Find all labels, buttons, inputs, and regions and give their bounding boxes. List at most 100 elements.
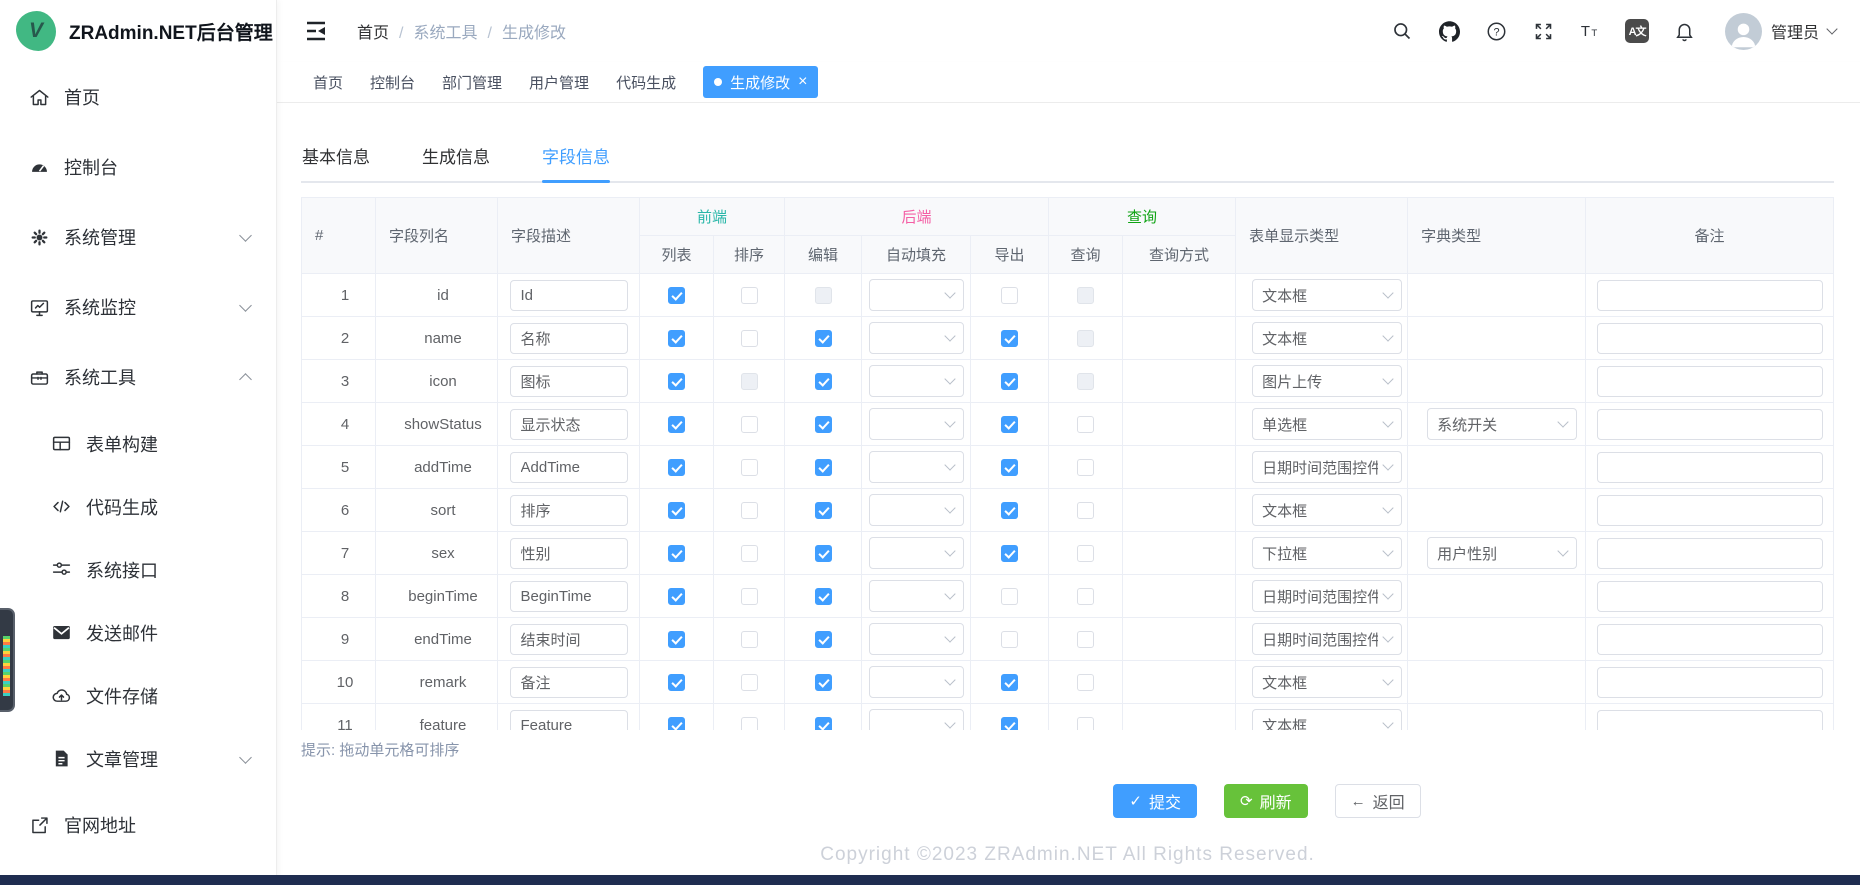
query-checkbox[interactable] [1077,330,1094,347]
field-desc-input[interactable] [510,323,628,354]
form-type-select[interactable]: 文本框 [1252,279,1402,311]
query-checkbox[interactable] [1077,287,1094,304]
list-checkbox[interactable] [668,502,685,519]
user-menu[interactable]: 管理员 [1725,13,1836,50]
edit-checkbox[interactable] [815,287,832,304]
form-type-select[interactable]: 文本框 [1252,322,1402,354]
edit-checkbox[interactable] [815,330,832,347]
sidebar-item[interactable]: 官网地址 [0,790,276,860]
field-desc-input[interactable] [510,624,628,655]
export-checkbox[interactable] [1001,330,1018,347]
query-checkbox[interactable] [1077,631,1094,648]
remark-input[interactable] [1597,538,1823,569]
sidebar-item[interactable]: 系统工具 [0,342,276,412]
list-checkbox[interactable] [668,373,685,390]
close-icon[interactable]: × [798,74,807,90]
form-type-select[interactable]: 图片上传 [1252,365,1402,397]
sort-checkbox[interactable] [741,459,758,476]
sort-checkbox[interactable] [741,373,758,390]
export-checkbox[interactable] [1001,588,1018,605]
form-type-select[interactable]: 日期时间范围控件 [1252,580,1402,612]
sort-checkbox[interactable] [741,674,758,691]
remark-input[interactable] [1597,409,1823,440]
breadcrumb-item[interactable]: 生成修改 [502,19,566,43]
sidebar-item[interactable]: 代码生成 [0,475,276,538]
query-checkbox[interactable] [1077,545,1094,562]
remark-input[interactable] [1597,280,1823,311]
field-desc-input[interactable] [510,538,628,569]
sidebar-item[interactable]: 首页 [0,62,276,132]
sidebar-item[interactable]: 表单构建 [0,412,276,475]
field-desc-input[interactable] [510,667,628,698]
field-desc-input[interactable] [510,495,628,526]
sidebar-item[interactable]: 系统管理 [0,202,276,272]
field-desc-input[interactable] [510,409,628,440]
edit-checkbox[interactable] [815,416,832,433]
query-checkbox[interactable] [1077,502,1094,519]
fullscreen-icon[interactable] [1531,19,1555,43]
list-checkbox[interactable] [668,287,685,304]
autofill-select[interactable] [869,623,964,655]
field-desc-input[interactable] [510,280,628,311]
remark-input[interactable] [1597,323,1823,354]
edit-checkbox[interactable] [815,631,832,648]
remark-input[interactable] [1597,452,1823,483]
autofill-select[interactable] [869,666,964,698]
fields-table-container[interactable]: # 字段列名 字段描述 前端 后端 查询 表单显示类型 字典类型 备注 列表 排… [301,197,1834,730]
help-icon[interactable]: ? [1484,19,1508,43]
query-checkbox[interactable] [1077,674,1094,691]
form-type-select[interactable]: 日期时间范围控件 [1252,623,1402,655]
list-checkbox[interactable] [668,330,685,347]
export-checkbox[interactable] [1001,502,1018,519]
app-logo-row[interactable]: V ZRAdmin.NET后台管理 [0,0,276,62]
remark-input[interactable] [1597,667,1823,698]
export-checkbox[interactable] [1001,717,1018,730]
export-checkbox[interactable] [1001,631,1018,648]
autofill-select[interactable] [869,408,964,440]
edit-checkbox[interactable] [815,717,832,730]
github-icon[interactable] [1437,19,1461,43]
autofill-select[interactable] [869,365,964,397]
font-size-icon[interactable]: TT [1578,19,1602,43]
edit-checkbox[interactable] [815,502,832,519]
export-checkbox[interactable] [1001,416,1018,433]
export-checkbox[interactable] [1001,287,1018,304]
form-type-select[interactable]: 文本框 [1252,709,1402,730]
sort-checkbox[interactable] [741,588,758,605]
autofill-select[interactable] [869,451,964,483]
sort-checkbox[interactable] [741,717,758,730]
query-checkbox[interactable] [1077,717,1094,730]
remark-input[interactable] [1597,624,1823,655]
sidebar-item[interactable]: 系统接口 [0,538,276,601]
back-button[interactable]: ←返回 [1335,784,1421,818]
language-icon[interactable]: A文 [1625,19,1649,43]
field-desc-input[interactable] [510,452,628,483]
export-checkbox[interactable] [1001,545,1018,562]
tag[interactable]: 用户管理 [529,72,589,93]
sort-checkbox[interactable] [741,287,758,304]
list-checkbox[interactable] [668,674,685,691]
search-icon[interactable] [1390,19,1414,43]
sort-checkbox[interactable] [741,502,758,519]
form-type-select[interactable]: 文本框 [1252,494,1402,526]
dev-widget-tab[interactable] [0,608,15,712]
remark-input[interactable] [1597,710,1823,731]
notification-bell-icon[interactable] [1672,19,1696,43]
list-checkbox[interactable] [668,459,685,476]
query-checkbox[interactable] [1077,588,1094,605]
breadcrumb-item[interactable]: 系统工具 [413,19,501,43]
remark-input[interactable] [1597,495,1823,526]
tab-item[interactable]: 生成信息 [422,143,490,181]
edit-checkbox[interactable] [815,588,832,605]
autofill-select[interactable] [869,279,964,311]
query-checkbox[interactable] [1077,373,1094,390]
list-checkbox[interactable] [668,545,685,562]
tag[interactable]: 首页 [313,72,343,93]
autofill-select[interactable] [869,580,964,612]
tag[interactable]: 控制台 [370,72,415,93]
tag-active[interactable]: 生成修改× [703,66,818,98]
query-checkbox[interactable] [1077,459,1094,476]
sidebar-item[interactable]: 控制台 [0,132,276,202]
tab-active[interactable]: 字段信息 [542,143,610,181]
form-type-select[interactable]: 下拉框 [1252,537,1402,569]
